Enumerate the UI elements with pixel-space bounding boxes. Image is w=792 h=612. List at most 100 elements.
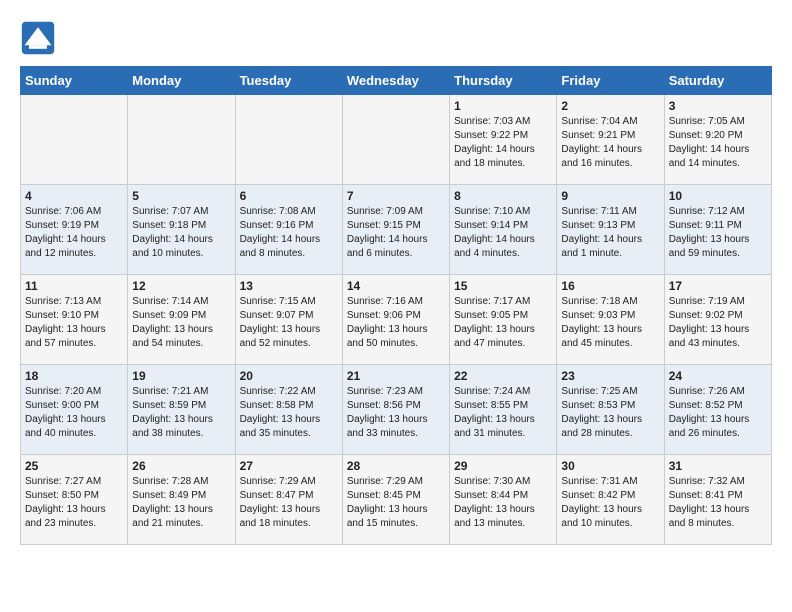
day-number: 2 xyxy=(561,99,659,113)
day-info: Sunrise: 7:03 AM Sunset: 9:22 PM Dayligh… xyxy=(454,115,552,171)
calendar-cell: 19Sunrise: 7:21 AM Sunset: 8:59 PM Dayli… xyxy=(128,365,235,455)
calendar-cell xyxy=(235,95,342,185)
day-number: 19 xyxy=(132,369,230,383)
calendar-cell: 16 Sunrise: 7:18 AM Sunset: 9:03 PM Dayli… xyxy=(557,275,664,365)
day-info: Sunrise: 7:29 AM Sunset: 8:47 PM Dayligh… xyxy=(240,475,338,531)
day-number: 12 xyxy=(132,279,230,293)
calendar-cell: 7Sunrise: 7:09 AM Sunset: 9:15 PM Daylig… xyxy=(342,185,449,275)
day-info: Sunrise: 7:32 AM Sunset: 8:41 PM Dayligh… xyxy=(669,475,767,531)
calendar-cell: 3Sunrise: 7:05 AM Sunset: 9:20 PM Daylig… xyxy=(664,95,771,185)
day-number: 4 xyxy=(25,189,123,203)
calendar-week-row: 25 Sunrise: 7:27 AM Sunset: 8:50 PM Dayli… xyxy=(21,455,772,545)
calendar-cell xyxy=(21,95,128,185)
calendar-cell: 13 Sunrise: 7:15 AM Sunset: 9:07 PM Dayli… xyxy=(235,275,342,365)
day-info: Sunrise: 7:24 AM Sunset: 8:55 PM Dayligh… xyxy=(454,385,552,441)
calendar-cell: 29Sunrise: 7:30 AM Sunset: 8:44 PM Dayli… xyxy=(450,455,557,545)
day-info: Sunrise: 7:15 AM Sunset: 9:07 PM Dayligh… xyxy=(240,295,338,351)
day-info: Sunrise: 7:05 AM Sunset: 9:20 PM Dayligh… xyxy=(669,115,767,171)
day-number: 9 xyxy=(561,189,659,203)
day-number: 25 xyxy=(25,459,123,473)
calendar-cell: 17Sunrise: 7:19 AM Sunset: 9:02 PM Dayli… xyxy=(664,275,771,365)
day-number: 17 xyxy=(669,279,767,293)
calendar-cell: 24 Sunrise: 7:26 AM Sunset: 8:52 PM Dayli… xyxy=(664,365,771,455)
day-info: Sunrise: 7:17 AM Sunset: 9:05 PM Dayligh… xyxy=(454,295,552,351)
calendar-cell: 26 Sunrise: 7:28 AM Sunset: 8:49 PM Dayli… xyxy=(128,455,235,545)
calendar-cell: 27Sunrise: 7:29 AM Sunset: 8:47 PM Dayli… xyxy=(235,455,342,545)
day-info: Sunrise: 7:10 AM Sunset: 9:14 PM Dayligh… xyxy=(454,205,552,261)
day-info: Sunrise: 7:25 AM Sunset: 8:53 PM Dayligh… xyxy=(561,385,659,441)
day-number: 8 xyxy=(454,189,552,203)
calendar-cell: 14 Sunrise: 7:16 AM Sunset: 9:06 PM Dayli… xyxy=(342,275,449,365)
calendar-cell: 9 Sunrise: 7:11 AM Sunset: 9:13 PM Daylig… xyxy=(557,185,664,275)
day-number: 18 xyxy=(25,369,123,383)
day-number: 1 xyxy=(454,99,552,113)
day-info: Sunrise: 7:13 AM Sunset: 9:10 PM Dayligh… xyxy=(25,295,123,351)
day-number: 14 xyxy=(347,279,445,293)
weekday-header: Sunday xyxy=(21,67,128,95)
day-number: 15 xyxy=(454,279,552,293)
calendar-cell: 18 Sunrise: 7:20 AM Sunset: 9:00 PM Dayli… xyxy=(21,365,128,455)
day-info: Sunrise: 7:12 AM Sunset: 9:11 PM Dayligh… xyxy=(669,205,767,261)
calendar-cell: 11 Sunrise: 7:13 AM Sunset: 9:10 PM Dayli… xyxy=(21,275,128,365)
calendar-cell: 31 Sunrise: 7:32 AM Sunset: 8:41 PM Dayli… xyxy=(664,455,771,545)
day-info: Sunrise: 7:31 AM Sunset: 8:42 PM Dayligh… xyxy=(561,475,659,531)
day-number: 6 xyxy=(240,189,338,203)
calendar-cell: 30 Sunrise: 7:31 AM Sunset: 8:42 PM Dayli… xyxy=(557,455,664,545)
calendar-cell: 23Sunrise: 7:25 AM Sunset: 8:53 PM Dayli… xyxy=(557,365,664,455)
logo-icon xyxy=(20,20,56,56)
day-info: Sunrise: 7:29 AM Sunset: 8:45 PM Dayligh… xyxy=(347,475,445,531)
day-info: Sunrise: 7:11 AM Sunset: 9:13 PM Dayligh… xyxy=(561,205,659,261)
day-number: 29 xyxy=(454,459,552,473)
day-number: 10 xyxy=(669,189,767,203)
day-number: 26 xyxy=(132,459,230,473)
logo xyxy=(20,20,60,56)
calendar-week-row: 1 Sunrise: 7:03 AM Sunset: 9:22 PM Daylig… xyxy=(21,95,772,185)
calendar-cell: 28 Sunrise: 7:29 AM Sunset: 8:45 PM Dayli… xyxy=(342,455,449,545)
calendar-cell: 2Sunrise: 7:04 AM Sunset: 9:21 PM Daylig… xyxy=(557,95,664,185)
calendar-cell: 21 Sunrise: 7:23 AM Sunset: 8:56 PM Dayli… xyxy=(342,365,449,455)
calendar-cell: 22 Sunrise: 7:24 AM Sunset: 8:55 PM Dayli… xyxy=(450,365,557,455)
weekday-header: Wednesday xyxy=(342,67,449,95)
weekday-header: Tuesday xyxy=(235,67,342,95)
day-info: Sunrise: 7:16 AM Sunset: 9:06 PM Dayligh… xyxy=(347,295,445,351)
day-info: Sunrise: 7:07 AM Sunset: 9:18 PM Dayligh… xyxy=(132,205,230,261)
day-info: Sunrise: 7:06 AM Sunset: 9:19 PM Dayligh… xyxy=(25,205,123,261)
calendar-cell: 15 Sunrise: 7:17 AM Sunset: 9:05 PM Dayli… xyxy=(450,275,557,365)
weekday-header: Thursday xyxy=(450,67,557,95)
weekday-header: Saturday xyxy=(664,67,771,95)
day-number: 24 xyxy=(669,369,767,383)
calendar-cell: 10 Sunrise: 7:12 AM Sunset: 9:11 PM Dayli… xyxy=(664,185,771,275)
day-info: Sunrise: 7:20 AM Sunset: 9:00 PM Dayligh… xyxy=(25,385,123,441)
day-info: Sunrise: 7:18 AM Sunset: 9:03 PM Dayligh… xyxy=(561,295,659,351)
day-number: 5 xyxy=(132,189,230,203)
calendar-cell: 8 Sunrise: 7:10 AM Sunset: 9:14 PM Daylig… xyxy=(450,185,557,275)
day-number: 28 xyxy=(347,459,445,473)
day-number: 20 xyxy=(240,369,338,383)
day-info: Sunrise: 7:26 AM Sunset: 8:52 PM Dayligh… xyxy=(669,385,767,441)
calendar-cell xyxy=(128,95,235,185)
day-number: 13 xyxy=(240,279,338,293)
calendar-cell: 6 Sunrise: 7:08 AM Sunset: 9:16 PM Daylig… xyxy=(235,185,342,275)
calendar-week-row: 11 Sunrise: 7:13 AM Sunset: 9:10 PM Dayli… xyxy=(21,275,772,365)
day-info: Sunrise: 7:08 AM Sunset: 9:16 PM Dayligh… xyxy=(240,205,338,261)
calendar-cell: 4 Sunrise: 7:06 AM Sunset: 9:19 PM Daylig… xyxy=(21,185,128,275)
day-info: Sunrise: 7:14 AM Sunset: 9:09 PM Dayligh… xyxy=(132,295,230,351)
calendar-cell: 20 Sunrise: 7:22 AM Sunset: 8:58 PM Dayli… xyxy=(235,365,342,455)
day-info: Sunrise: 7:27 AM Sunset: 8:50 PM Dayligh… xyxy=(25,475,123,531)
day-info: Sunrise: 7:23 AM Sunset: 8:56 PM Dayligh… xyxy=(347,385,445,441)
page-header xyxy=(20,20,772,56)
day-number: 30 xyxy=(561,459,659,473)
day-number: 16 xyxy=(561,279,659,293)
calendar-week-row: 18 Sunrise: 7:20 AM Sunset: 9:00 PM Dayli… xyxy=(21,365,772,455)
day-number: 31 xyxy=(669,459,767,473)
weekday-header-row: SundayMondayTuesdayWednesdayThursdayFrid… xyxy=(21,67,772,95)
day-number: 21 xyxy=(347,369,445,383)
day-number: 22 xyxy=(454,369,552,383)
day-number: 11 xyxy=(25,279,123,293)
calendar-table: SundayMondayTuesdayWednesdayThursdayFrid… xyxy=(20,66,772,545)
day-info: Sunrise: 7:28 AM Sunset: 8:49 PM Dayligh… xyxy=(132,475,230,531)
day-info: Sunrise: 7:22 AM Sunset: 8:58 PM Dayligh… xyxy=(240,385,338,441)
calendar-cell: 25 Sunrise: 7:27 AM Sunset: 8:50 PM Dayli… xyxy=(21,455,128,545)
weekday-header: Monday xyxy=(128,67,235,95)
calendar-cell xyxy=(342,95,449,185)
